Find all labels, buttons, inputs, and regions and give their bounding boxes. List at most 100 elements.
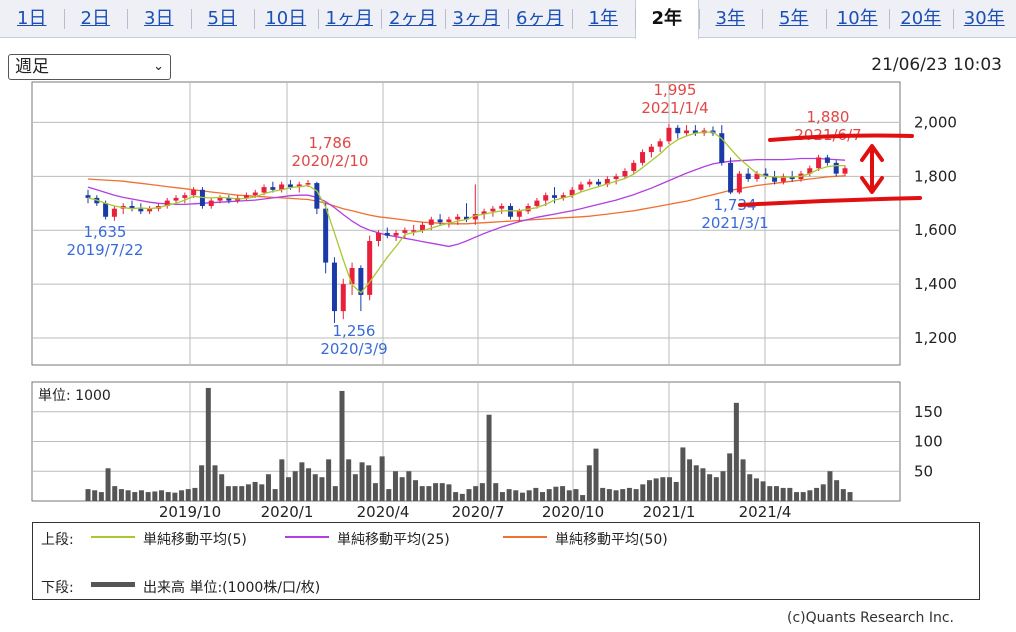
candle-body (287, 184, 293, 188)
volume-bar (800, 492, 806, 501)
annotation-value: 1,880 (807, 108, 850, 126)
candle-body (675, 127, 681, 134)
volume-bar (840, 489, 846, 501)
volume-bar (279, 459, 285, 501)
volume-bar (753, 478, 759, 501)
volume-bar (586, 465, 592, 501)
volume-bar (386, 489, 392, 501)
volume-bar (212, 465, 218, 501)
volume-y-tick-label: 50 (914, 462, 933, 480)
volume-bar (573, 489, 579, 501)
candle-body (648, 146, 654, 153)
annotation-date: 2019/7/22 (67, 241, 144, 259)
volume-bar (626, 487, 632, 501)
volume-bar (413, 480, 419, 501)
price-y-tick-label: 1,200 (914, 329, 957, 347)
volume-bar (179, 490, 185, 501)
volume-bar (613, 490, 619, 501)
volume-bar (533, 487, 539, 501)
price-y-tick-label: 1,400 (914, 275, 957, 293)
legend-ma25: 単純移動平均(25) (337, 532, 450, 548)
volume-bar (566, 490, 572, 501)
candle-body (833, 162, 839, 174)
volume-y-tick-label: 100 (914, 433, 943, 451)
annotation-date: 2021/1/4 (641, 99, 708, 117)
volume-bar (352, 474, 358, 501)
volume-bar (660, 477, 666, 501)
candle-body (375, 232, 381, 242)
volume-bar (499, 492, 505, 501)
volume-bar (205, 387, 211, 501)
candle-body (314, 183, 320, 209)
candle-body (173, 197, 179, 201)
volume-bar (794, 492, 800, 501)
candle-body (552, 195, 558, 198)
price-y-tick-label: 1,800 (914, 167, 957, 185)
candle-body (657, 141, 663, 147)
candle-body (331, 262, 337, 312)
candle-body (499, 205, 505, 209)
volume-bar (733, 402, 739, 501)
volume-bar (265, 474, 271, 501)
volume-bar (118, 489, 124, 501)
candle-body (402, 230, 408, 233)
volume-bar (92, 490, 98, 501)
candle-body (393, 232, 399, 236)
volume-bar (125, 490, 131, 501)
annotation-date: 2021/3/1 (701, 214, 768, 232)
volume-bar (132, 492, 138, 501)
volume-bar (667, 477, 673, 501)
candle-body (631, 162, 637, 171)
candle-body (138, 208, 144, 212)
candle-body (437, 219, 443, 223)
volume-bar (493, 483, 499, 501)
volume-bar (780, 487, 786, 501)
volume-bar (553, 486, 559, 501)
volume-bar (473, 486, 479, 501)
candle-body (349, 267, 355, 285)
volume-bar (245, 484, 251, 501)
volume-bar (740, 459, 746, 501)
volume-bar (399, 477, 405, 501)
candle-body (191, 189, 197, 196)
x-tick-label: 2020/4 (357, 503, 410, 520)
candle-body (446, 219, 452, 223)
volume-bar (653, 478, 659, 501)
candle-body (208, 200, 214, 206)
candle-body (85, 195, 91, 198)
volume-bar (519, 492, 525, 501)
volume-bar (392, 471, 398, 501)
candle-body (490, 208, 496, 212)
volume-bar (459, 493, 465, 501)
volume-bar (306, 468, 312, 501)
copyright: (c)Quants Research Inc. (786, 610, 954, 626)
volume-bar (593, 448, 599, 501)
volume-bar (680, 447, 686, 501)
candle-body (340, 284, 346, 312)
volume-bar (252, 481, 258, 501)
candle-body (252, 192, 258, 196)
legend-lower-label: 下段: (41, 580, 74, 596)
volume-bar (312, 474, 318, 501)
volume-bar (633, 489, 639, 501)
legend-upper-label: 上段: (41, 532, 74, 548)
volume-bar (152, 491, 158, 501)
volume-bar (185, 489, 191, 501)
volume-bar (606, 489, 612, 501)
candle-body (261, 187, 267, 193)
candle-body (367, 241, 373, 295)
candle-body (111, 208, 117, 217)
volume-unit-label: 単位: 1000 (38, 388, 111, 404)
candle-body (684, 130, 690, 134)
volume-bar (827, 471, 833, 501)
volume-bar (560, 486, 566, 501)
volume-bar (727, 453, 733, 501)
candle-body (543, 195, 549, 201)
volume-bar (199, 465, 205, 501)
volume-bar (760, 481, 766, 501)
volume-bar (486, 414, 492, 501)
candle-body (613, 176, 619, 180)
volume-bar (707, 474, 713, 501)
annotation-value: 1,786 (309, 134, 352, 152)
volume-bar (700, 468, 706, 501)
